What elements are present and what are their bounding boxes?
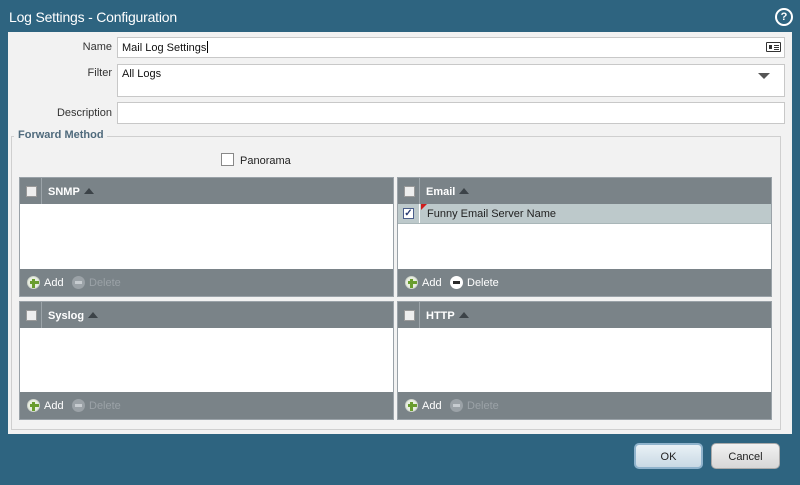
email-footer: Add Delete (398, 269, 771, 296)
sort-asc-icon (88, 312, 99, 318)
sort-asc-icon (458, 312, 469, 318)
http-title: HTTP (426, 310, 455, 322)
text-caret (207, 41, 209, 53)
http-select-all-checkbox[interactable] (404, 310, 415, 321)
syslog-delete-label: Delete (89, 400, 121, 412)
add-icon (27, 276, 40, 289)
email-delete-label: Delete (467, 277, 499, 289)
header-divider (419, 178, 420, 204)
syslog-header: Syslog (20, 302, 393, 328)
name-label: Name (82, 41, 112, 53)
syslog-select-all-checkbox[interactable] (26, 310, 37, 321)
address-card-icon[interactable] (766, 42, 781, 52)
snmp-column-header[interactable]: SNMP (48, 186, 94, 198)
http-footer: Add Delete (398, 392, 771, 419)
syslog-panel: Syslog Add Delete (19, 301, 394, 420)
panorama-checkbox[interactable] (221, 153, 234, 166)
snmp-add-label: Add (44, 277, 64, 289)
snmp-header: SNMP (20, 178, 393, 204)
http-header: HTTP (398, 302, 771, 328)
email-server-name[interactable]: Funny Email Server Name (427, 208, 556, 220)
sort-asc-icon (459, 188, 470, 194)
add-icon (27, 399, 40, 412)
syslog-footer: Add Delete (20, 392, 393, 419)
dialog-titlebar: Log Settings - Configuration ? (0, 0, 800, 32)
name-value: Mail Log Settings (122, 42, 207, 54)
snmp-select-all-checkbox[interactable] (26, 186, 37, 197)
snmp-footer: Add Delete (20, 269, 393, 296)
email-panel: Email ✓ Funny Email Server Name Add Dele… (397, 177, 772, 297)
email-row-checkbox[interactable]: ✓ (403, 208, 414, 219)
add-icon (405, 276, 418, 289)
forward-method-legend: Forward Method (14, 129, 107, 141)
cancel-button[interactable]: Cancel (711, 443, 780, 469)
email-select-all-checkbox[interactable] (404, 186, 415, 197)
header-divider (41, 302, 42, 328)
http-add-label: Add (422, 400, 442, 412)
email-add-label: Add (422, 277, 442, 289)
table-row[interactable]: ✓ Funny Email Server Name (398, 204, 771, 224)
http-column-header[interactable]: HTTP (426, 310, 469, 322)
filter-value: All Logs (122, 68, 162, 80)
snmp-title: SNMP (48, 186, 80, 198)
dialog-title: Log Settings - Configuration (9, 9, 177, 25)
ok-button[interactable]: OK (634, 443, 703, 469)
row-divider (419, 204, 420, 223)
email-column-header[interactable]: Email (426, 186, 470, 198)
add-icon (405, 399, 418, 412)
snmp-delete-label: Delete (89, 277, 121, 289)
http-delete-label: Delete (467, 400, 499, 412)
syslog-add-label: Add (44, 400, 64, 412)
help-icon[interactable]: ? (775, 8, 793, 26)
snmp-panel: SNMP Add Delete (19, 177, 394, 297)
http-panel: HTTP Add Delete (397, 301, 772, 420)
delete-icon (450, 276, 463, 289)
description-label: Description (56, 107, 112, 119)
email-title: Email (426, 186, 456, 198)
delete-icon (72, 276, 85, 289)
filter-select[interactable]: All Logs (117, 64, 785, 97)
description-field[interactable] (117, 102, 785, 124)
name-field[interactable]: Mail Log Settings (117, 37, 785, 58)
header-divider (419, 302, 420, 328)
chevron-down-icon[interactable] (758, 73, 770, 79)
syslog-column-header[interactable]: Syslog (48, 310, 99, 322)
delete-icon (450, 399, 463, 412)
syslog-title: Syslog (48, 310, 85, 322)
sort-asc-icon (83, 188, 94, 194)
filter-label: Filter (87, 67, 112, 79)
header-divider (41, 178, 42, 204)
delete-icon (72, 399, 85, 412)
email-header: Email (398, 178, 771, 204)
panorama-label: Panorama (240, 155, 291, 167)
